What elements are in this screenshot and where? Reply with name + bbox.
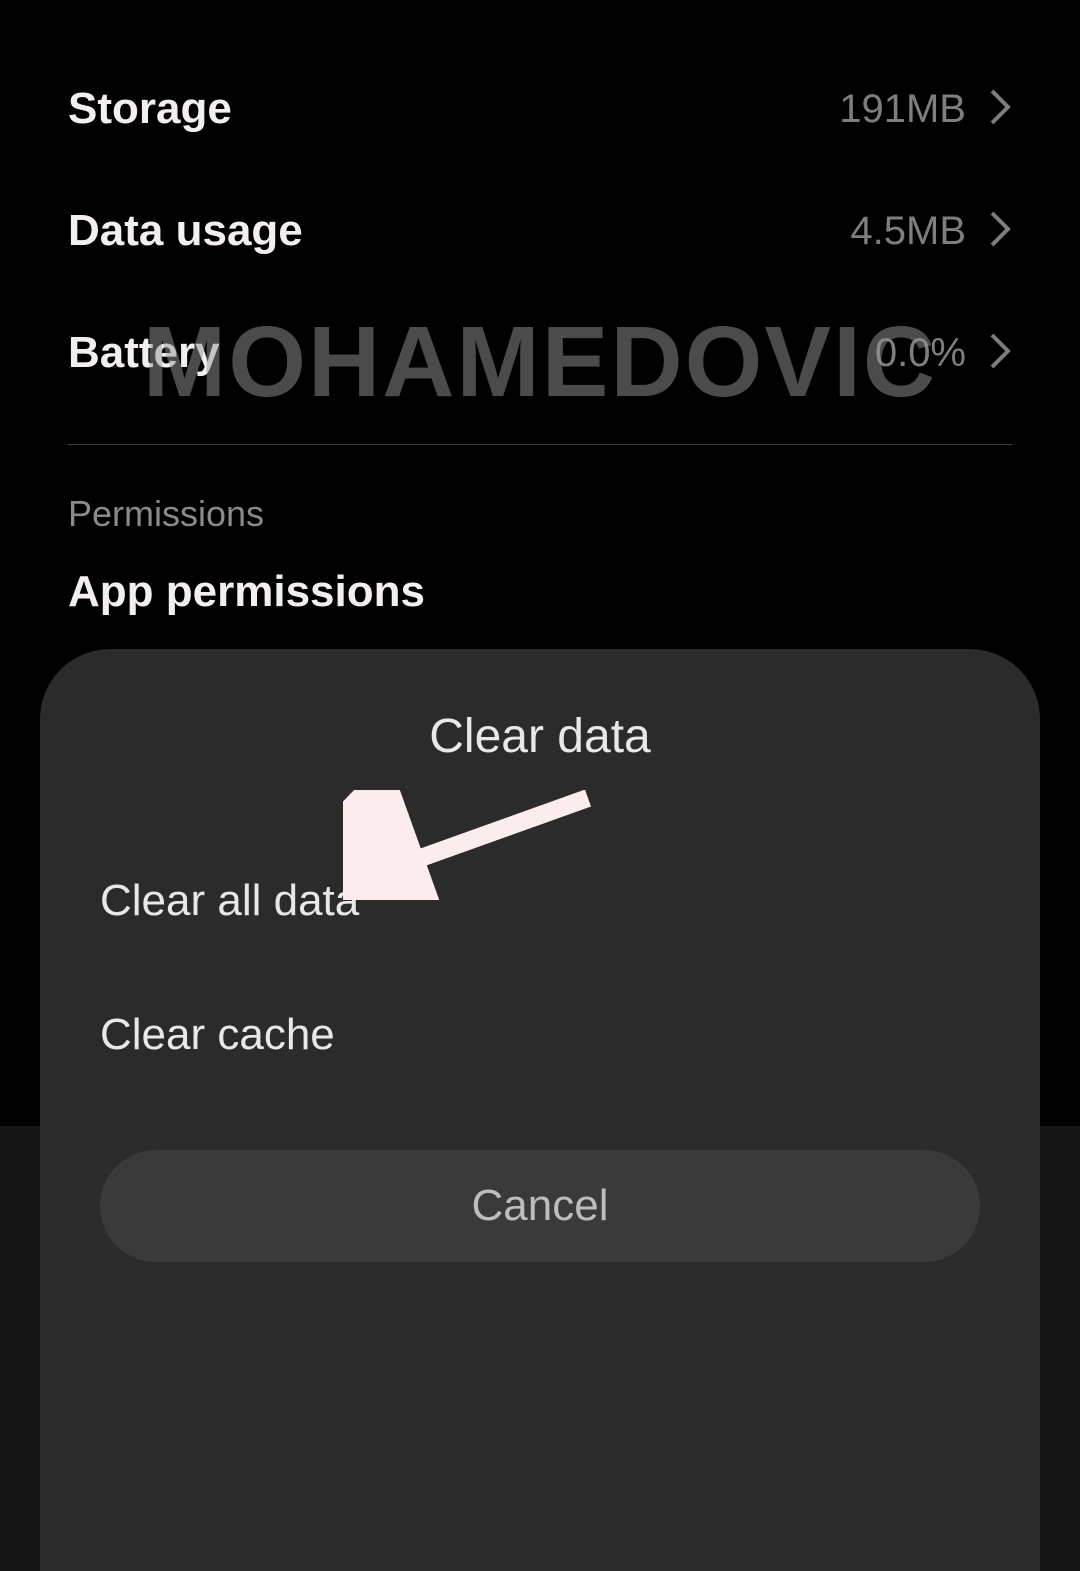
storage-right: 191MB — [839, 87, 1012, 132]
chevron-right-icon — [988, 209, 1012, 254]
app-info-screen: Storage 191MB Data usage 4.5MB Battery 0… — [0, 0, 1080, 1571]
row-storage[interactable]: Storage 191MB — [0, 48, 1080, 170]
chevron-right-icon — [988, 331, 1012, 376]
settings-list: Storage 191MB Data usage 4.5MB Battery 0… — [0, 0, 1080, 617]
battery-right: 0.0% — [875, 331, 1012, 376]
clear-cache-option[interactable]: Clear cache — [100, 968, 980, 1102]
dialog-title: Clear data — [100, 709, 980, 764]
cancel-button[interactable]: Cancel — [100, 1150, 980, 1262]
row-data-usage[interactable]: Data usage 4.5MB — [0, 170, 1080, 292]
permissions-section-header: Permissions — [0, 483, 1080, 567]
row-battery[interactable]: Battery 0.0% — [0, 292, 1080, 414]
battery-value: 0.0% — [875, 331, 966, 376]
chevron-right-icon — [988, 87, 1012, 132]
storage-label: Storage — [68, 84, 232, 134]
battery-label: Battery — [68, 328, 220, 378]
app-permissions-row[interactable]: App permissions — [0, 567, 1080, 617]
data-usage-label: Data usage — [68, 206, 303, 256]
clear-data-dialog: Clear data Clear all data Clear cache Ca… — [40, 649, 1040, 1571]
storage-value: 191MB — [839, 87, 966, 132]
data-usage-value: 4.5MB — [850, 209, 966, 254]
section-divider — [68, 444, 1012, 445]
clear-all-data-option[interactable]: Clear all data — [100, 834, 980, 968]
data-usage-right: 4.5MB — [850, 209, 1012, 254]
